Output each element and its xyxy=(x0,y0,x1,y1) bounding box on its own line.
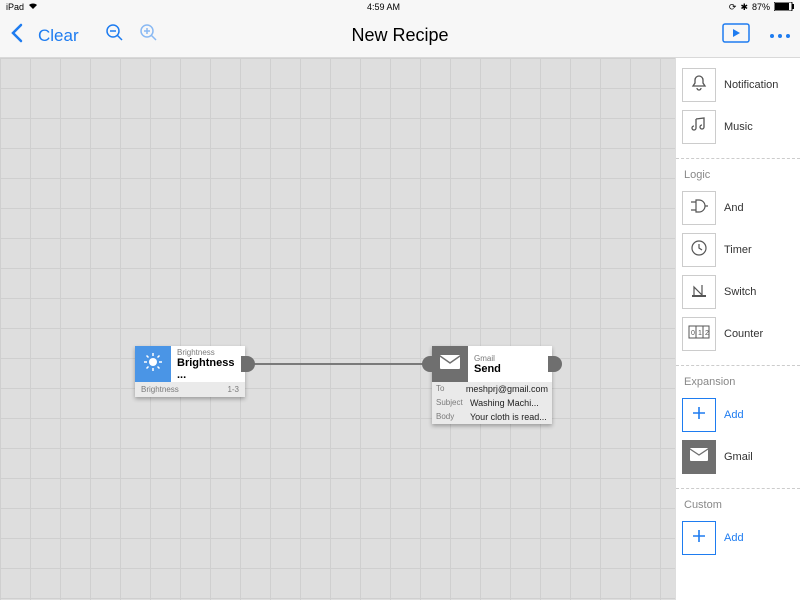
section-title-expansion: Expansion xyxy=(682,372,794,394)
svg-text:2: 2 xyxy=(705,330,709,337)
sidebar-label: Add xyxy=(724,532,744,544)
device-label: iPad xyxy=(6,2,24,12)
node-footer-label: Brightness xyxy=(141,385,179,394)
sidebar-item-expansion-add[interactable]: Add xyxy=(682,394,794,436)
rotation-lock-icon: ⟳ xyxy=(729,2,737,13)
sidebar-item-and[interactable]: And xyxy=(682,187,794,229)
zoom-in-button[interactable] xyxy=(139,23,159,48)
connector-out[interactable] xyxy=(548,356,562,372)
clear-button[interactable]: Clear xyxy=(38,26,79,46)
and-icon xyxy=(689,197,709,220)
sidebar-label: Music xyxy=(724,121,753,133)
wifi-icon xyxy=(28,2,38,12)
sidebar-item-gmail[interactable]: Gmail xyxy=(682,436,794,478)
node-name: Brightness ... xyxy=(177,357,239,381)
sidebar-label: And xyxy=(724,202,744,214)
sidebar-item-counter[interactable]: 012 Counter xyxy=(682,313,794,355)
sidebar-item-switch[interactable]: Switch xyxy=(682,271,794,313)
node-footer-value: 1-3 xyxy=(227,385,239,394)
detail-value: Washing Machi... xyxy=(470,398,539,408)
brightness-icon xyxy=(143,352,163,377)
connector-out[interactable] xyxy=(241,356,255,372)
node-category: Gmail xyxy=(474,354,546,363)
switch-icon xyxy=(690,281,708,304)
node-name: Send xyxy=(474,363,546,375)
counter-icon: 012 xyxy=(688,325,710,344)
sidebar-label: Counter xyxy=(724,328,763,340)
bluetooth-icon: ✱ xyxy=(740,2,748,13)
node-brightness[interactable]: Brightness Brightness ... Brightness 1-3 xyxy=(135,346,245,397)
bell-icon xyxy=(690,74,708,97)
battery-pct: 87% xyxy=(752,2,770,12)
sidebar: Notification Music Logic And Timer Switc… xyxy=(675,58,800,600)
section-title-logic: Logic xyxy=(682,165,794,187)
status-time: 4:59 AM xyxy=(38,2,729,12)
detail-label: Subject xyxy=(436,398,470,408)
sidebar-item-notification[interactable]: Notification xyxy=(682,64,794,106)
sidebar-item-music[interactable]: Music xyxy=(682,106,794,148)
connection-wire xyxy=(248,363,432,365)
toolbar: Clear New Recipe xyxy=(0,14,800,58)
sidebar-label: Notification xyxy=(724,79,778,91)
node-category: Brightness xyxy=(177,348,239,357)
music-icon xyxy=(690,116,708,139)
detail-label: Body xyxy=(436,412,470,422)
svg-text:1: 1 xyxy=(698,330,702,337)
node-gmail[interactable]: Gmail Send Tomeshprj@gmail.com SubjectWa… xyxy=(432,346,552,424)
play-button[interactable] xyxy=(722,23,750,48)
detail-value: meshprj@gmail.com xyxy=(466,384,548,394)
sidebar-label: Timer xyxy=(724,244,752,256)
battery-icon xyxy=(774,2,794,13)
mail-icon xyxy=(440,355,460,374)
detail-label: To xyxy=(436,384,466,394)
back-button[interactable] xyxy=(10,23,24,48)
status-bar: iPad 4:59 AM ⟳ ✱ 87% xyxy=(0,0,800,14)
plus-icon xyxy=(692,529,706,548)
connector-in[interactable] xyxy=(422,356,436,372)
sidebar-label: Gmail xyxy=(724,451,753,463)
detail-value: Your cloth is read... xyxy=(470,412,547,422)
sidebar-label: Add xyxy=(724,409,744,421)
zoom-out-button[interactable] xyxy=(105,23,125,48)
sidebar-item-custom-add[interactable]: Add xyxy=(682,517,794,559)
mail-icon xyxy=(690,448,708,466)
plus-icon xyxy=(692,406,706,425)
svg-text:0: 0 xyxy=(691,330,695,337)
canvas[interactable]: Brightness Brightness ... Brightness 1-3… xyxy=(0,58,675,600)
sidebar-item-timer[interactable]: Timer xyxy=(682,229,794,271)
section-title-custom: Custom xyxy=(682,495,794,517)
sidebar-label: Switch xyxy=(724,286,756,298)
more-button[interactable] xyxy=(770,34,790,38)
clock-icon xyxy=(690,239,708,262)
